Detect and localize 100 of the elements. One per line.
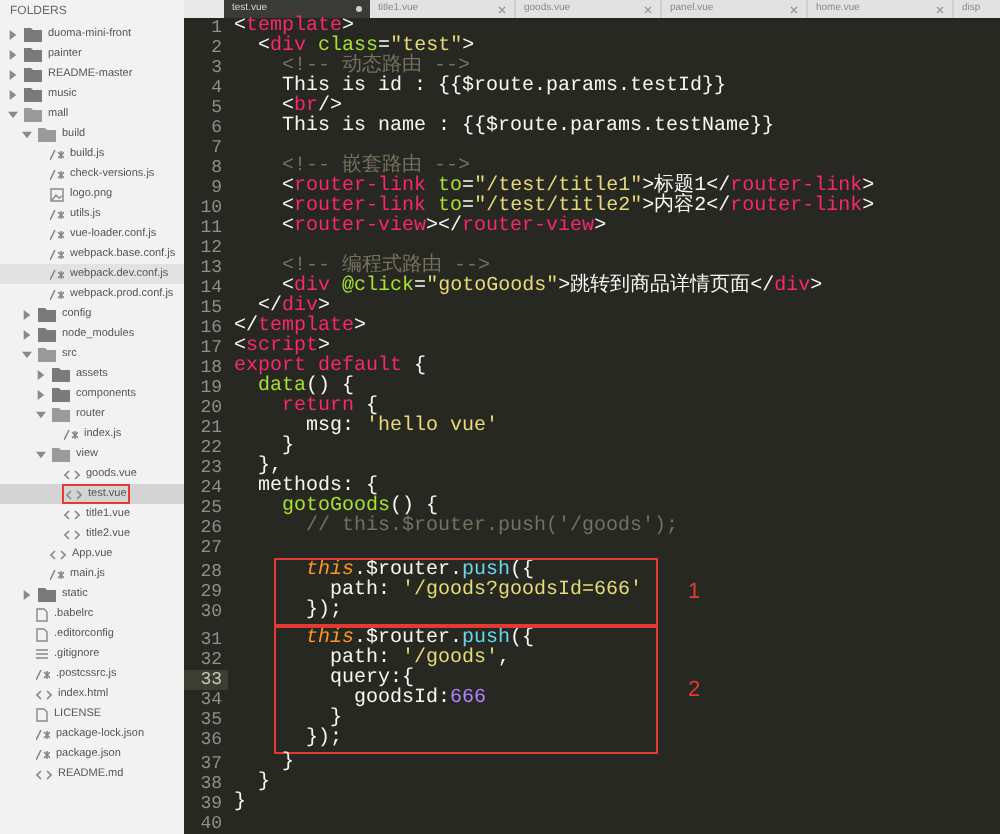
line-number: 26 [198,518,224,538]
close-icon[interactable] [790,5,798,13]
folder-icon [52,447,70,461]
line-number: 5 [209,98,224,118]
line-number: 7 [209,138,224,158]
image-icon [50,187,64,201]
line-number: 34 [198,690,224,710]
slash-star-icon [50,209,64,219]
code-line: This is name : {{$route.params.testName}} [280,118,775,138]
slash-star-icon [50,149,64,159]
code-icon [64,509,80,519]
line-number: 25 [198,498,224,518]
annotation-label: 2 [688,675,701,706]
line-number: 29 [198,582,224,602]
line-number: 31 [198,630,224,650]
line-number: 39 [198,794,224,814]
slash-star-icon [36,669,50,679]
line-number: 35 [198,710,224,730]
line-number: 27 [198,538,224,558]
code-line: This is id : {{$route.params.testId}} [280,78,727,98]
line-number: 9 [209,178,224,198]
line-number: 10 [198,198,224,218]
code-line: <template> [232,18,355,38]
code-line: path: '/goods', [328,650,511,670]
code-icon [64,469,80,479]
code-icon [64,529,80,539]
line-number: 19 [198,378,224,398]
code-line: <script> [232,338,331,358]
line-number: 28 [198,562,224,582]
line-number: 8 [209,158,224,178]
folder-icon [38,587,56,601]
line-number: 21 [198,418,224,438]
code-line: }); [304,602,343,622]
code-line: <router-link to="/test/title2">内容2</router-link> [280,198,875,218]
close-icon[interactable] [498,5,506,13]
code-line: this.$router.push({ [304,630,535,650]
line-number: 6 [209,118,224,138]
line-number: 40 [198,814,224,834]
slash-star-icon [36,749,50,759]
line-number: 33 [184,670,228,690]
line-number: 4 [209,78,224,98]
line-number: 30 [198,602,224,622]
code-line: <router-view></router-view> [280,218,607,238]
code-line: }, [256,458,283,478]
caret-icon [22,589,32,599]
code-line: goodsId:666 [352,690,487,710]
line-number: 22 [198,438,224,458]
code-line: </template> [232,318,367,338]
line-number: 17 [198,338,224,358]
code-line: <br/> [280,98,343,118]
code-line: <!-- 动态路由 --> [280,58,471,78]
code-line: } [280,754,295,774]
code-line: }); [304,730,343,750]
code-icon [66,489,82,499]
code-line: } [330,710,343,730]
code-line: methods: { [256,478,379,498]
line-number: 23 [198,458,224,478]
line-number: 11 [198,218,224,238]
code-line: } [256,774,271,794]
line-number: 38 [198,774,224,794]
line-number: 16 [198,318,224,338]
line-number: 2 [209,38,224,58]
slash-star-icon [50,229,64,239]
code-line: export default { [232,358,427,378]
slash-star-icon [50,249,64,259]
code-line: <!-- 编程式路由 --> [280,258,491,278]
close-icon[interactable] [936,5,944,13]
slash-star-icon [50,269,64,279]
code-line: msg: 'hello vue' [304,418,499,438]
code-line: </div> [257,298,331,318]
code-line: gotoGoods() { [280,498,439,518]
line-number: 24 [198,478,224,498]
slash-star-icon [64,429,78,439]
code-line: return { [280,398,379,418]
code-line: query:{ [328,670,415,690]
line-number: 20 [198,398,224,418]
slash-star-icon [50,169,64,179]
line-number: 15 [198,298,224,318]
code-line: } [232,794,247,814]
code-icon [36,769,52,779]
code-line: <div @click="gotoGoods">跳转到商品详情页面</div> [281,278,823,298]
close-icon[interactable] [644,5,652,13]
code-line: this.$router.push({ [304,562,535,582]
code-line: } [280,438,295,458]
line-number: 37 [198,754,224,774]
slash-star-icon [36,729,50,739]
code-line: path: '/goods?goodsId=666' [330,582,643,602]
line-number: 36 [198,730,224,750]
line-number: 32 [198,650,224,670]
code-line: // this.$router.push('/goods'); [304,518,679,538]
line-number: 3 [209,58,224,78]
caret-icon [36,449,46,459]
code-icon [50,549,66,559]
document-icon [36,707,48,721]
lines-icon [36,648,48,660]
line-number: 14 [198,278,224,298]
line-number: 12 [198,238,224,258]
code-icon [36,689,52,699]
line-number: 1 [209,18,224,38]
annotation-label: 1 [688,577,701,608]
